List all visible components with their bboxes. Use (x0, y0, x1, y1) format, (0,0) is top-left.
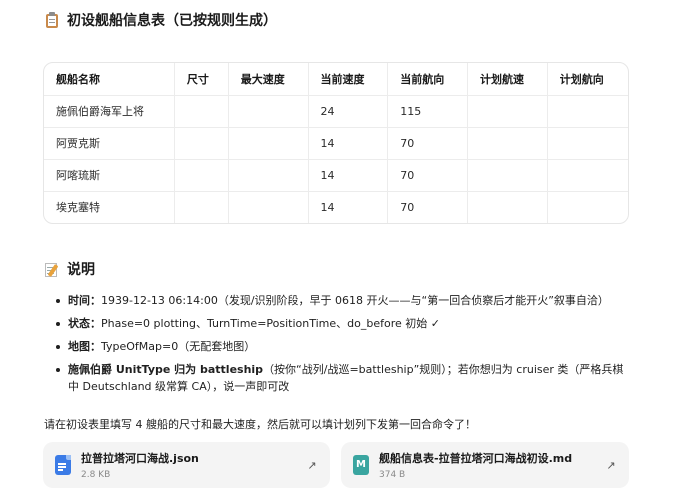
note-text: Phase=0 plotting、TurnTime=PositionTime、d… (101, 317, 440, 330)
summary-text: 请在初设表里填写 4 艘船的尺寸和最大速度，然后就可以填计划列下发第一回合命令了… (44, 418, 476, 431)
table-cell: 施佩伯爵海军上将 (44, 95, 175, 128)
table-cell: 14 (308, 191, 389, 223)
table-cell (547, 127, 628, 160)
markdown-file-icon: M (353, 455, 369, 475)
chat-response: 初设舰船信息表（已按规则生成） 舰船名称 尺寸 最大速度 当前速度 当前航向 计… (0, 0, 679, 499)
file-size: 374 B (379, 470, 406, 480)
table-cell (228, 159, 309, 192)
table-cell (547, 191, 628, 223)
column-header: 尺寸 (174, 63, 229, 96)
table-cell: 70 (387, 159, 469, 192)
table-cell (467, 191, 548, 223)
table-cell: 70 (387, 191, 469, 223)
section-heading-ship-table: 初设舰船信息表（已按规则生成） (44, 10, 277, 30)
table-cell (547, 95, 628, 128)
file-name: 拉普拉塔河口海战.json (81, 452, 199, 465)
column-header: 最大速度 (228, 63, 309, 96)
table-cell: 埃克塞特 (44, 191, 175, 223)
column-header: 计划航向 (547, 63, 628, 96)
table-cell: 70 (387, 127, 469, 160)
table-cell: 24 (308, 95, 389, 128)
json-file-icon (55, 455, 71, 475)
column-header: 计划航速 (467, 63, 548, 96)
note-label: 时间： (68, 294, 101, 307)
table-cell: 阿贾克斯 (44, 127, 175, 160)
table-row: 埃克塞特 14 70 (44, 191, 628, 223)
open-external-icon[interactable]: ↗ (599, 459, 623, 472)
table-cell (547, 159, 628, 192)
file-name: 舰船信息表-拉普拉塔河口海战初设.md (379, 452, 573, 465)
file-attachment-json[interactable]: 拉普拉塔河口海战.json 2.8 KB ↗ (43, 442, 330, 488)
note-text: 1939-12-13 06:14:00（发现/识别阶段，早于 0618 开火——… (101, 294, 609, 307)
table-cell (228, 95, 309, 128)
list-item: 时间：1939-12-13 06:14:00（发现/识别阶段，早于 0618 开… (52, 292, 632, 309)
note-label: 状态： (68, 317, 101, 330)
table-cell (467, 127, 548, 160)
ship-info-table: 舰船名称 尺寸 最大速度 当前速度 当前航向 计划航速 计划航向 施佩伯爵海军上… (43, 62, 629, 224)
table-cell: 14 (308, 127, 389, 160)
column-header: 舰船名称 (44, 63, 175, 96)
file-attachment-markdown[interactable]: M 舰船信息表-拉普拉塔河口海战初设.md 374 B ↗ (341, 442, 629, 488)
table-cell (228, 127, 309, 160)
note-label: 地图： (68, 340, 101, 353)
table-cell (174, 127, 229, 160)
table-cell (467, 159, 548, 192)
list-item: 地图：TypeOfMap=0（无配套地图） (52, 338, 632, 355)
note-text: TypeOfMap=0（无配套地图） (101, 340, 256, 353)
table-row: 阿喀琉斯 14 70 (44, 159, 628, 192)
column-header: 当前航向 (387, 63, 469, 96)
note-label: 施佩伯爵 UnitType 归为 battleship (68, 363, 264, 376)
table-cell: 14 (308, 159, 389, 192)
memo-icon (44, 261, 60, 277)
table-cell (174, 159, 229, 192)
notes-list: 时间：1939-12-13 06:14:00（发现/识别阶段，早于 0618 开… (52, 292, 632, 401)
table-cell (174, 95, 229, 128)
section-heading-notes: 说明 (44, 259, 95, 279)
open-external-icon[interactable]: ↗ (300, 459, 324, 472)
table-cell: 阿喀琉斯 (44, 159, 175, 192)
column-header: 当前速度 (308, 63, 389, 96)
list-item: 施佩伯爵 UnitType 归为 battleship（按你“战列/战巡=bat… (52, 361, 632, 395)
table-row: 阿贾克斯 14 70 (44, 127, 628, 160)
section-title: 说明 (67, 262, 95, 278)
section-title: 初设舰船信息表（已按规则生成） (67, 13, 277, 29)
table-cell (174, 191, 229, 223)
table-cell (228, 191, 309, 223)
table-cell: 115 (387, 95, 469, 128)
table-cell (467, 95, 548, 128)
file-size: 2.8 KB (81, 470, 111, 480)
clipboard-icon (44, 12, 60, 28)
table-header-row: 舰船名称 尺寸 最大速度 当前速度 当前航向 计划航速 计划航向 (44, 63, 628, 96)
table-row: 施佩伯爵海军上将 24 115 (44, 95, 628, 128)
list-item: 状态：Phase=0 plotting、TurnTime=PositionTim… (52, 315, 632, 332)
